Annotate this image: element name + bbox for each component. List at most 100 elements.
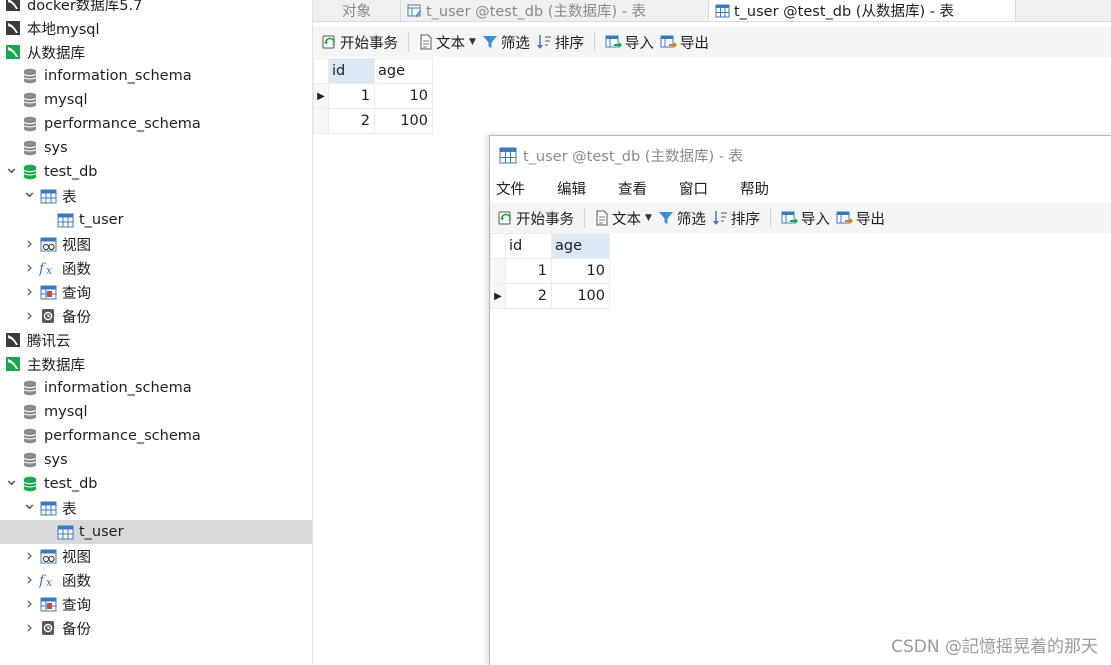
tree-item-docker-5-7[interactable]: docker数据库5.7 — [0, 0, 312, 16]
tab-slave-t-user[interactable]: t_user @test_db (从数据库) - 表 — [709, 0, 1016, 21]
chevron-down-icon[interactable]: ⌄ — [20, 180, 39, 204]
menu-view[interactable]: 查看 — [612, 178, 653, 199]
tree-item-label: sys — [44, 140, 68, 156]
chevron-down-icon[interactable]: ⌄ — [20, 492, 39, 516]
button-label: 筛选 — [500, 35, 530, 52]
chevron-right-icon[interactable]: › — [20, 256, 39, 280]
import-button[interactable]: 导入 — [602, 30, 657, 54]
column-header-age[interactable]: age — [551, 233, 610, 259]
tree-item[interactable]: › 视图 — [0, 232, 312, 256]
grid-cell-id[interactable]: 1 — [328, 83, 375, 109]
begin-transaction-button[interactable]: 开始事务 — [494, 206, 577, 230]
column-header-id[interactable]: id — [328, 58, 375, 84]
export-button[interactable]: 导出 — [657, 30, 712, 54]
button-label: 筛选 — [676, 211, 706, 228]
tree-item[interactable]: › 备份 — [0, 304, 312, 328]
connection-active-icon — [4, 355, 22, 373]
tree-item[interactable]: 腾讯云 — [0, 328, 312, 352]
table-row[interactable]: 2 100 — [313, 108, 433, 134]
tree-item[interactable]: ⌄ 表 — [0, 493, 312, 520]
tree-item-test_db[interactable]: ⌄ test_db — [0, 469, 312, 496]
document-icon — [419, 34, 433, 50]
grid-cell-id[interactable]: 2 — [505, 283, 552, 309]
object-tree-sidebar[interactable]: docker数据库5.7 本地mysql 从数据库 information_schem… — [0, 0, 313, 664]
filter-button[interactable]: 筛选 — [479, 30, 533, 54]
button-label: 导出 — [679, 35, 709, 52]
table-row[interactable]: ▶ 1 10 — [313, 83, 433, 109]
chevron-down-icon[interactable]: ⌄ — [2, 468, 21, 492]
tab-label: t_user @test_db (主数据库) - 表 — [426, 4, 647, 20]
begin-transaction-button[interactable]: 开始事务 — [318, 30, 401, 54]
table-row[interactable]: 1 10 — [490, 258, 610, 284]
window-title-bar[interactable]: t_user @test_db (主数据库) - 表 — [490, 136, 1111, 174]
grid-cell-age[interactable]: 100 — [551, 283, 610, 309]
tree-item-label: t_user — [79, 524, 124, 540]
svg-text:x: x — [46, 264, 53, 276]
database-icon — [21, 403, 39, 421]
chevron-right-icon[interactable]: › — [20, 232, 39, 256]
chevron-right-icon[interactable]: › — [20, 544, 39, 568]
tree-item-sys[interactable]: sys — [0, 136, 312, 160]
main-toolbar: 开始事务 文本 ▼ 筛选 排序 导入 导出 — [313, 27, 1111, 57]
grid-cell-age[interactable]: 10 — [551, 258, 610, 284]
tree-item[interactable]: ⌄ 表 — [0, 181, 312, 208]
tree-item-information_schema[interactable]: information_schema — [0, 376, 312, 400]
tree-item-performance_schema[interactable]: performance_schema — [0, 112, 312, 136]
text-button[interactable]: 文本 ▼ — [592, 206, 655, 230]
column-header-age[interactable]: age — [374, 58, 433, 84]
tree-item-mysql[interactable]: 本地mysql — [0, 16, 312, 40]
column-header-id[interactable]: id — [505, 233, 552, 259]
table-icon — [715, 4, 730, 18]
tree-item-test_db[interactable]: ⌄ test_db — [0, 157, 312, 184]
chevron-right-icon[interactable]: › — [20, 568, 39, 592]
tree-item-label: docker数据库5.7 — [27, 0, 143, 14]
tree-item[interactable]: › f x 函数 — [0, 568, 312, 592]
button-label: 导入 — [800, 211, 830, 228]
tree-item[interactable]: › 视图 — [0, 544, 312, 568]
chevron-down-icon[interactable]: ⌄ — [2, 156, 21, 180]
toolbar-divider — [593, 32, 595, 52]
tab-master-t-user[interactable]: t_user @test_db (主数据库) - 表 — [401, 0, 709, 21]
tree-item-mysql[interactable]: mysql — [0, 88, 312, 112]
chevron-right-icon[interactable]: › — [20, 592, 39, 616]
grid-cell-age[interactable]: 100 — [374, 108, 433, 134]
chevron-right-icon[interactable]: › — [20, 304, 39, 328]
import-icon — [781, 210, 798, 226]
tree-item-performance_schema[interactable]: performance_schema — [0, 424, 312, 448]
tree-item[interactable]: 从数据库 — [0, 40, 312, 64]
grid-cell-age[interactable]: 10 — [374, 83, 433, 109]
tree-item-mysql[interactable]: mysql — [0, 400, 312, 424]
function-icon: fx — [39, 571, 57, 589]
master-table-window[interactable]: t_user @test_db (主数据库) - 表 文件 编辑 查看 窗口 帮… — [489, 135, 1111, 665]
grid-cell-id[interactable]: 1 — [505, 258, 552, 284]
export-button[interactable]: 导出 — [833, 206, 888, 230]
table-row[interactable]: ▶ 2 100 — [490, 283, 610, 309]
menu-edit[interactable]: 编辑 — [551, 178, 592, 199]
menu-help[interactable]: 帮助 — [734, 178, 775, 199]
tree-item-sys[interactable]: sys — [0, 448, 312, 472]
tree-item[interactable]: › 查询 — [0, 592, 312, 616]
table-folder-icon — [39, 499, 57, 517]
menu-file[interactable]: 文件 — [490, 178, 531, 199]
tab-objects[interactable]: 对象 — [313, 0, 401, 21]
chevron-right-icon[interactable]: › — [20, 280, 39, 304]
menu-window[interactable]: 窗口 — [673, 178, 714, 199]
text-button[interactable]: 文本 ▼ — [416, 30, 479, 54]
tree-item-label: t_user — [79, 212, 124, 228]
tree-item-t_user[interactable]: t_user — [0, 208, 312, 232]
query-icon — [39, 283, 57, 301]
tree-item-information_schema[interactable]: information_schema — [0, 64, 312, 88]
sort-button[interactable]: 排序 — [533, 30, 587, 54]
sort-button[interactable]: 排序 — [709, 206, 763, 230]
toolbar-divider — [584, 208, 585, 228]
chevron-right-icon[interactable]: › — [20, 616, 39, 640]
tree-item[interactable]: › 查询 — [0, 280, 312, 304]
import-button[interactable]: 导入 — [778, 206, 833, 230]
filter-button[interactable]: 筛选 — [655, 206, 709, 230]
tree-item[interactable]: 主数据库 — [0, 352, 312, 376]
tree-item-t_user[interactable]: t_user — [0, 520, 312, 544]
tree-item[interactable]: › f x 函数 — [0, 256, 312, 280]
grid-cell-id[interactable]: 2 — [328, 108, 375, 134]
tree-item[interactable]: › 备份 — [0, 616, 312, 640]
